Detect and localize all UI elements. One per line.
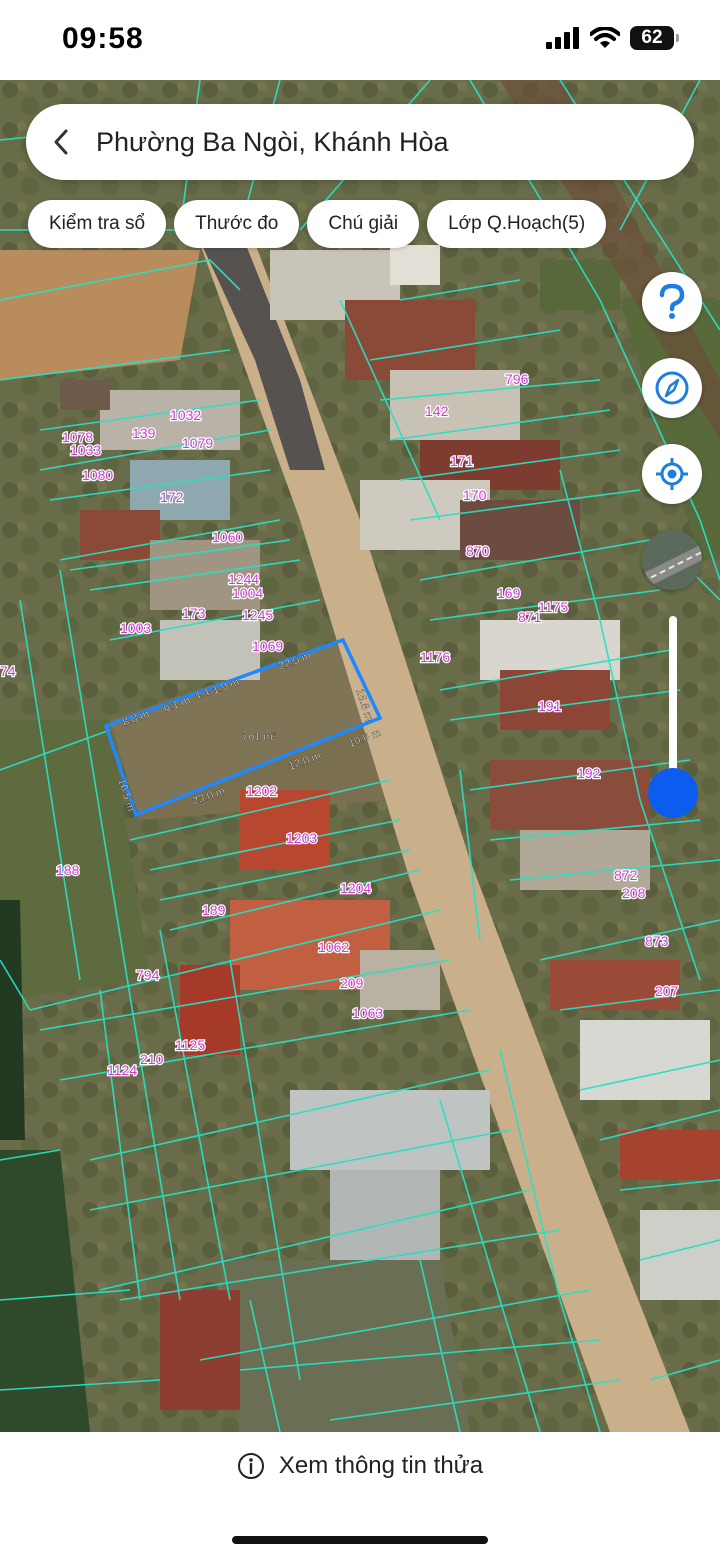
- parcel-label[interactable]: 1176: [419, 648, 452, 667]
- question-icon: [659, 284, 685, 319]
- parcel-label[interactable]: 1003: [119, 619, 153, 638]
- parcel-label[interactable]: 189: [201, 901, 227, 920]
- parcel-label[interactable]: 139: [131, 424, 157, 443]
- parcel-area-label: 761 m²: [242, 731, 277, 743]
- parcel-label[interactable]: 142: [424, 402, 450, 421]
- parcel-label[interactable]: 209: [339, 974, 365, 993]
- parcel-label[interactable]: 1202: [245, 782, 279, 801]
- compass-button[interactable]: [642, 358, 702, 418]
- toolbar-chips: Kiểm tra sổ Thước đo Chú giải Lớp Q.Hoạc…: [28, 200, 607, 248]
- home-indicator[interactable]: [232, 1536, 488, 1544]
- map-layer-thumbnail-icon: [642, 530, 702, 590]
- parcel-label[interactable]: 1125: [174, 1036, 207, 1055]
- battery-indicator: 62: [630, 26, 679, 50]
- locate-icon: [656, 458, 688, 490]
- parcel-label[interactable]: 171: [449, 452, 475, 471]
- help-button[interactable]: [642, 272, 702, 332]
- parcel-label[interactable]: 1245: [241, 606, 275, 625]
- location-search-bar[interactable]: Phường Ba Ngòi, Khánh Hòa: [26, 104, 694, 180]
- parcel-label[interactable]: 188: [55, 861, 81, 880]
- parcel-label[interactable]: 1124: [106, 1061, 139, 1080]
- parcel-label[interactable]: 796: [504, 370, 530, 389]
- parcel-label[interactable]: 1062: [317, 938, 351, 957]
- map-view[interactable]: 8.8 m 6.1 m 4.4 1.9 m 22.5 m 16.8 m 10.6…: [0, 80, 720, 1432]
- my-location-button[interactable]: [642, 444, 702, 504]
- parcel-label[interactable]: 1204: [339, 879, 373, 898]
- parcel-label[interactable]: 1069: [251, 637, 285, 656]
- zoom-slider-thumb[interactable]: [648, 768, 698, 818]
- parcel-label[interactable]: 1175: [537, 598, 570, 617]
- parcel-label[interactable]: 1004: [231, 584, 265, 603]
- bottom-panel: Xem thông tin thửa: [0, 1432, 720, 1557]
- back-button[interactable]: [26, 104, 96, 180]
- compass-icon: [655, 371, 689, 405]
- parcel-label[interactable]: 873: [644, 932, 670, 951]
- parcel-label[interactable]: 1033: [69, 441, 103, 460]
- measure-chip[interactable]: Thước đo: [174, 200, 300, 248]
- legend-chip[interactable]: Chú giải: [307, 200, 420, 248]
- parcel-info-button[interactable]: Xem thông tin thửa: [0, 1452, 720, 1480]
- parcel-label[interactable]: 207: [654, 982, 680, 1001]
- parcel-label[interactable]: 74: [0, 662, 17, 681]
- location-title[interactable]: Phường Ba Ngòi, Khánh Hòa: [96, 127, 449, 158]
- parcel-label[interactable]: 191: [537, 697, 563, 716]
- chevron-left-icon: [54, 129, 68, 155]
- parcel-label[interactable]: 210: [139, 1050, 165, 1069]
- planning-layer-chip[interactable]: Lớp Q.Hoạch(5): [427, 200, 607, 248]
- parcel-info-label: Xem thông tin thửa: [278, 1452, 484, 1479]
- parcel-label[interactable]: 1203: [285, 829, 319, 848]
- parcel-label[interactable]: 872: [613, 866, 639, 885]
- parcel-label[interactable]: 172: [159, 488, 185, 507]
- satellite-map[interactable]: 8.8 m 6.1 m 4.4 1.9 m 22.5 m 16.8 m 10.6…: [0, 80, 720, 1432]
- parcel-label[interactable]: 1032: [169, 406, 203, 425]
- parcel-label[interactable]: 1060: [211, 528, 245, 547]
- parcel-label[interactable]: 1079: [181, 434, 215, 453]
- parcel-label[interactable]: 1080: [81, 466, 115, 485]
- parcel-label[interactable]: 870: [465, 542, 491, 561]
- wifi-icon: [590, 27, 620, 48]
- parcel-label[interactable]: 794: [135, 966, 161, 985]
- info-icon: [237, 1453, 264, 1479]
- parcel-label[interactable]: 1063: [351, 1004, 385, 1023]
- parcel-label[interactable]: 208: [621, 884, 647, 903]
- parcel-label[interactable]: 170: [462, 486, 488, 505]
- check-certificate-chip[interactable]: Kiểm tra sổ: [28, 200, 167, 248]
- parcel-label[interactable]: 169: [496, 584, 522, 603]
- map-layer-button[interactable]: [642, 530, 702, 590]
- signal-icon: [546, 27, 579, 49]
- parcel-label[interactable]: 173: [181, 604, 207, 623]
- parcel-label[interactable]: 192: [576, 764, 602, 783]
- status-time: 09:58: [62, 22, 144, 55]
- status-bar: 09:58 62: [0, 0, 720, 80]
